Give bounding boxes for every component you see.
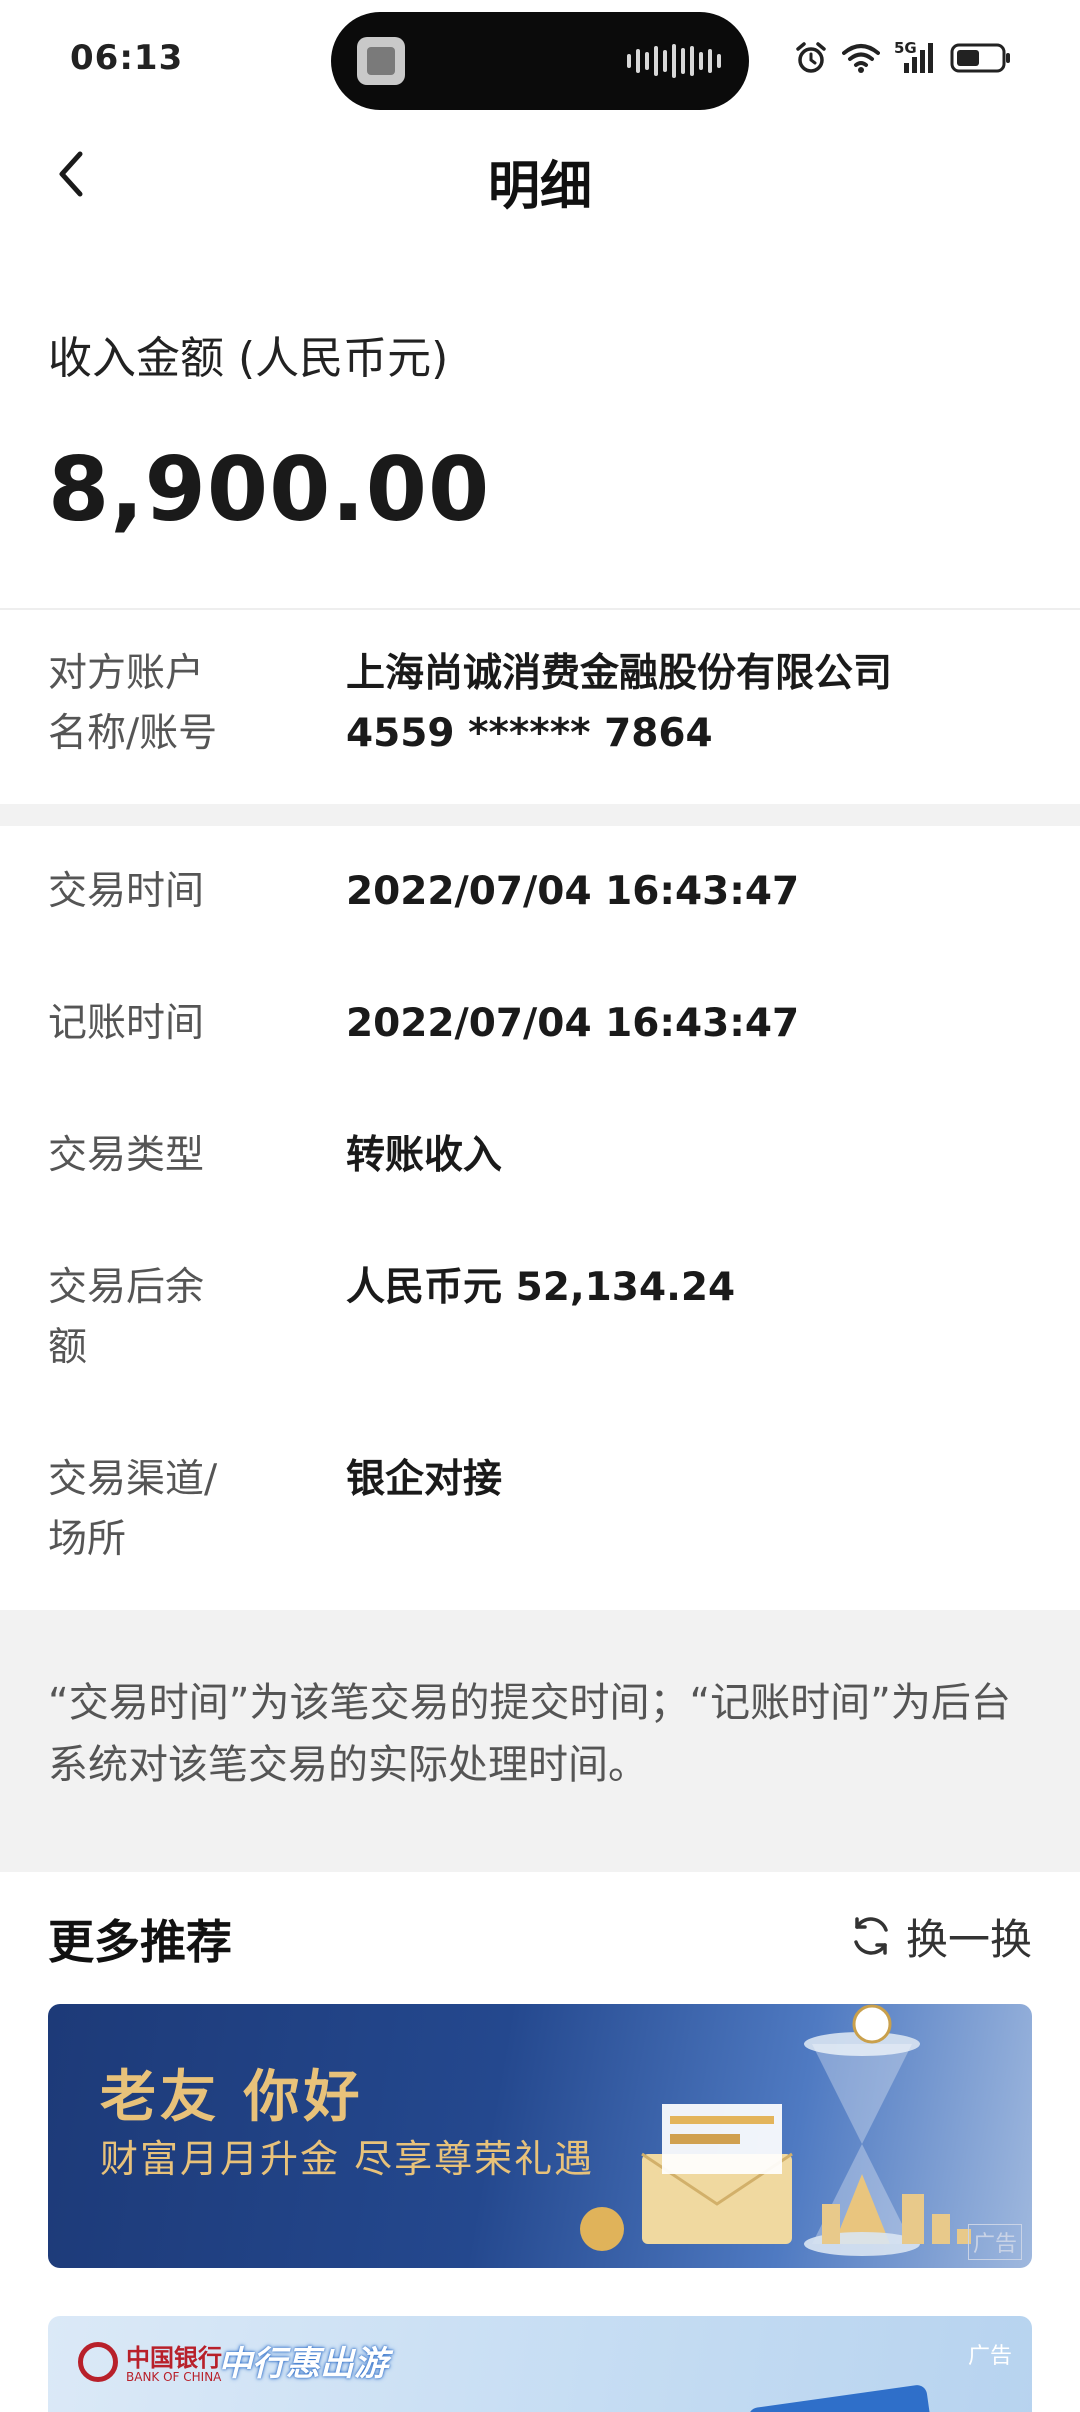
refresh-icon xyxy=(854,1917,888,1955)
promo-banner-travel[interactable]: 中国银行 BANK OF CHINA 中行惠出游 广告 xyxy=(48,2316,1032,2412)
time-note: “交易时间”为该笔交易的提交时间；“记账时间”为后台系统对该笔交易的实际处理时间… xyxy=(48,1680,1011,1788)
recommend-title: 更多推荐 xyxy=(48,1915,232,1969)
now-playing-app-icon xyxy=(357,37,405,85)
trade-time-label: 交易时间 xyxy=(48,869,205,914)
balance-after-value: 人民币元 52,134.24 xyxy=(346,1265,736,1310)
page-title: 明细 xyxy=(487,157,592,217)
top-nav: 明细 xyxy=(0,124,1080,224)
promo-banner-wealth[interactable]: 老友 你好 财富月月升金 尽享尊荣礼遇 广告 xyxy=(48,2004,1032,2268)
alarm-icon xyxy=(796,42,826,73)
hourglass-illustration xyxy=(580,2004,971,2256)
dynamic-island[interactable] xyxy=(331,12,749,110)
bank-of-china-logo-icon xyxy=(78,2342,118,2382)
status-bar: 06:13 5G xyxy=(0,0,1080,124)
ad-tag: 广告 xyxy=(967,2344,1012,2369)
amount-value: 8,900.00 xyxy=(48,438,491,541)
banner-subtitle: 财富月月升金 尽享尊荣礼遇 xyxy=(100,2137,595,2181)
bank-name-en: BANK OF CHINA xyxy=(126,2370,222,2384)
trade-type-label: 交易类型 xyxy=(48,1133,205,1178)
refresh-button[interactable]: 换一换 xyxy=(848,1906,1032,1966)
section-divider xyxy=(0,804,1080,826)
trade-type-value: 转账收入 xyxy=(346,1133,503,1178)
status-time: 06:13 xyxy=(70,38,184,78)
counterparty-label: 对方账户 名称/账号 xyxy=(48,651,218,756)
bank-name-cn: 中国银行 xyxy=(126,2344,222,2372)
balance-after-label: 交易后余 额 xyxy=(48,1265,205,1370)
booking-time-label: 记账时间 xyxy=(48,1001,205,1046)
cellular-signal-icon: 5G xyxy=(894,39,936,75)
battery-icon xyxy=(950,43,1010,73)
card-illustration xyxy=(748,2385,936,2412)
counterparty-account: 4559 ****** 7864 xyxy=(346,711,713,756)
wifi-icon xyxy=(842,44,880,73)
banner-title: 老友 你好 xyxy=(100,2065,364,2130)
ad-tag: 广告 xyxy=(967,2224,1022,2260)
audio-wave-icon xyxy=(627,42,721,80)
channel-value: 银企对接 xyxy=(346,1457,503,1502)
refresh-label: 换一换 xyxy=(905,1914,1032,1964)
trade-time-value: 2022/07/04 16:43:47 xyxy=(346,869,800,914)
status-icons: 5G xyxy=(794,38,1012,78)
channel-label: 交易渠道/ 场所 xyxy=(48,1457,218,1562)
banner-promo-title: 中行惠出游 xyxy=(218,2344,388,2384)
divider xyxy=(0,608,1080,610)
counterparty-name: 上海尚诚消费金融股份有限公司 xyxy=(346,651,893,696)
booking-time-value: 2022/07/04 16:43:47 xyxy=(346,1001,800,1046)
amount-label: 收入金额 (人民币元) xyxy=(48,333,449,384)
